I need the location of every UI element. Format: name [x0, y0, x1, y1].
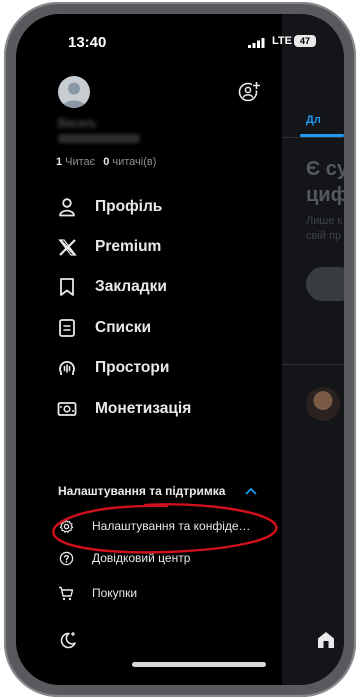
money-icon	[56, 398, 78, 420]
divider	[282, 364, 344, 365]
profile-name[interactable]: Васиљ	[58, 116, 96, 130]
cart-icon	[58, 585, 74, 601]
home-icon[interactable]	[316, 630, 336, 650]
settings-section-header[interactable]: Налаштування та підтримка	[58, 484, 225, 498]
follow-stats[interactable]: 1 Читає 0 читачі(в)	[56, 156, 156, 168]
timeline-tab[interactable]: Дл	[306, 114, 321, 126]
annotation-circle	[52, 503, 278, 554]
nav-label: Закладки	[95, 278, 167, 295]
phone-frame: Дл Є су циф Лише к свій пр S З Р Г 13:40	[4, 2, 356, 697]
bookmark-icon	[56, 276, 78, 298]
home-indicator[interactable]	[132, 662, 266, 667]
status-time: 13:40	[68, 34, 107, 51]
followers-count: 0	[103, 156, 110, 168]
purchases-label: Покупки	[92, 586, 138, 600]
screen: Дл Є су циф Лише к свій пр S З Р Г 13:40	[16, 14, 344, 685]
nav-item-monetization[interactable]: Монетизація	[56, 394, 256, 424]
nav-label: Профіль	[95, 198, 163, 215]
display-mode-icon[interactable]	[58, 630, 78, 650]
purchases-item[interactable]: Покупки	[58, 581, 278, 605]
post-avatar[interactable]	[306, 387, 340, 421]
nav-item-profile[interactable]: Профіль	[56, 192, 256, 222]
nav-label: Списки	[95, 319, 151, 336]
signal-icon	[248, 38, 265, 48]
following-label: Читає	[65, 156, 96, 168]
avatar[interactable]	[58, 76, 90, 108]
chevron-up-icon[interactable]	[244, 484, 258, 498]
x-logo-icon	[56, 236, 78, 258]
background-timeline[interactable]: Дл Є су циф Лише к свій пр S З Р Г	[282, 14, 344, 685]
nav-item-premium[interactable]: Premium	[56, 232, 256, 262]
side-drawer: 13:40 Васиљ 1 Читає 0 читачі(в) Профіль …	[16, 14, 282, 685]
promo-heading: Є су циф	[306, 158, 344, 206]
add-account-icon[interactable]	[237, 80, 261, 104]
spaces-icon	[56, 357, 78, 379]
followers-label: читачі(в)	[112, 156, 157, 168]
nav-item-bookmarks[interactable]: Закладки	[56, 272, 256, 302]
battery-level: 47	[294, 35, 316, 47]
promo-subtext: Лише к свій пр	[306, 215, 343, 242]
default-avatar-icon	[62, 82, 86, 108]
nav-label: Premium	[95, 238, 162, 255]
profile-handle	[58, 134, 140, 143]
nav-label: Простори	[95, 359, 170, 376]
list-icon	[56, 317, 78, 339]
following-count: 1	[56, 156, 63, 168]
person-icon	[56, 196, 78, 218]
network-type: LTE	[272, 35, 292, 47]
nav-item-spaces[interactable]: Простори	[56, 353, 256, 383]
nav-label: Монетизація	[95, 400, 192, 417]
divider	[282, 137, 344, 138]
nav-item-lists[interactable]: Списки	[56, 313, 256, 343]
promo-button[interactable]	[306, 267, 344, 301]
